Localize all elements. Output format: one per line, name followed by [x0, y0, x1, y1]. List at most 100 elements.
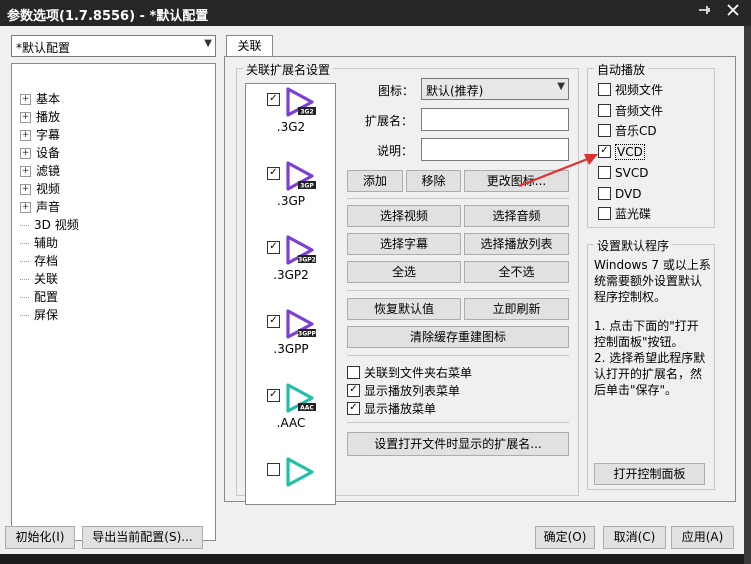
checkbox-label: DVD: [615, 186, 642, 201]
select-video-button[interactable]: 选择视频: [347, 205, 461, 227]
ext-list-item[interactable]: ✓ 3GPP .3GPP: [246, 306, 321, 380]
ext-checkbox[interactable]: ✓: [267, 315, 280, 328]
tree-item[interactable]: 屏保: [20, 306, 58, 324]
ext-input[interactable]: [421, 108, 569, 131]
autoplay-checkbox[interactable]: 音频文件: [598, 103, 663, 119]
clear-icon-cache-button[interactable]: 清除缓存重建图标: [347, 326, 569, 348]
restore-defaults-button[interactable]: 恢复默认值: [347, 298, 461, 320]
tree-item[interactable]: + 视频: [20, 180, 60, 198]
options-dialog: *默认配置 ▼ + 基本 + 播放 + 字幕 + 设备 + 滤镜 + 视频 + 声音 3D 视频 辅助 存档 关联…: [0, 26, 744, 554]
open-control-panel-button[interactable]: 打开控制面板: [594, 463, 705, 485]
remove-button[interactable]: 移除: [406, 170, 461, 192]
tree-item[interactable]: 配置: [20, 288, 58, 306]
tree-item[interactable]: 关联: [20, 270, 58, 288]
ext-checkbox[interactable]: ✓: [267, 167, 280, 180]
tab-association[interactable]: 关联: [226, 35, 273, 57]
checkbox-box: ✓: [347, 402, 360, 415]
export-config-button[interactable]: 导出当前配置(S)...: [82, 526, 203, 549]
select-none-button[interactable]: 全不选: [464, 261, 569, 283]
chevron-down-icon: ▼: [204, 38, 212, 49]
default-program-text: Windows 7 或以上系 统需要额外设置默认 程序控制权。: [594, 257, 711, 305]
expand-icon[interactable]: +: [20, 202, 31, 213]
play-file-icon: [286, 457, 314, 487]
window-title: 参数选项(1.7.8556) - *默认配置: [7, 9, 209, 24]
desc-input[interactable]: [421, 138, 569, 161]
select-all-button[interactable]: 全选: [347, 261, 461, 283]
tree-item[interactable]: + 设备: [20, 144, 60, 162]
tree-item[interactable]: 存档: [20, 252, 58, 270]
ext-list-item[interactable]: ✓ 3GP2 .3GP2: [246, 232, 321, 306]
tree-connector: [20, 279, 29, 280]
file-badge-label: 3GP2: [298, 257, 316, 264]
expand-icon[interactable]: +: [20, 94, 31, 105]
tree-item[interactable]: + 字幕: [20, 126, 60, 144]
close-icon[interactable]: [726, 3, 740, 21]
folder-menu-checkbox[interactable]: 关联到文件夹右菜单: [347, 365, 472, 381]
autoplay-checkbox[interactable]: 蓝光碟: [598, 206, 651, 222]
text-line: 控制面板"按钮。: [594, 335, 684, 349]
add-button[interactable]: 添加: [347, 170, 403, 192]
ext-list-item[interactable]: ✓ 3GP .3GP: [246, 158, 321, 232]
tree-item-label: 播放: [36, 110, 61, 124]
icon-select[interactable]: 默认(推荐) ▼: [421, 78, 569, 100]
ext-list-item[interactable]: ✓ 3G2 .3G2: [246, 84, 321, 158]
ext-list-item[interactable]: ✓ AAC .AAC: [246, 380, 321, 454]
tree-item[interactable]: + 滤镜: [20, 162, 60, 180]
tree-item[interactable]: 3D 视频: [20, 216, 79, 234]
file-badge-label: 3GP: [300, 183, 314, 190]
autoplay-group-label: 自动播放: [594, 61, 649, 78]
tab-label: 关联: [237, 39, 262, 53]
tree-item-label: 滤镜: [36, 164, 61, 178]
tree-item[interactable]: + 声音: [20, 198, 60, 216]
checkbox-label: 音乐CD: [615, 124, 657, 139]
autoplay-checkbox[interactable]: ✓ VCD: [598, 144, 645, 161]
tree-item[interactable]: + 基本: [20, 90, 60, 108]
refresh-now-button[interactable]: 立即刷新: [464, 298, 569, 320]
apply-button[interactable]: 应用(A): [671, 526, 734, 549]
tree-item-label: 字幕: [36, 128, 61, 142]
desc-label: 说明：: [377, 144, 414, 158]
expand-icon[interactable]: +: [20, 148, 31, 159]
autoplay-checkbox[interactable]: 视频文件: [598, 82, 663, 98]
text-line: 后单击"保存"。: [594, 383, 678, 397]
tree-connector: [20, 225, 29, 226]
pin-icon[interactable]: [697, 3, 711, 21]
separator: [347, 422, 569, 423]
expand-icon[interactable]: +: [20, 112, 31, 123]
checkbox-label: 显示播放列表菜单: [364, 384, 461, 398]
checkbox-label: 关联到文件夹右菜单: [364, 366, 473, 380]
play-menu-checkbox[interactable]: ✓ 显示播放菜单: [347, 401, 436, 417]
set-open-ext-button[interactable]: 设置打开文件时显示的扩展名...: [347, 432, 569, 456]
select-audio-button[interactable]: 选择音频: [464, 205, 569, 227]
ext-checkbox[interactable]: ✓: [267, 93, 280, 106]
text-line: Windows 7 或以上系: [594, 258, 711, 272]
autoplay-checkbox[interactable]: 音乐CD: [598, 123, 657, 139]
ext-list[interactable]: ✓ AAC .AAC ✓ 3GPP .3GPP ✓ 3GP2 .3GP2 ✓ 3GP .3GP ✓ 3G2…: [245, 83, 336, 505]
ext-checkbox[interactable]: ✓: [267, 241, 280, 254]
ok-button[interactable]: 确定(O): [535, 526, 595, 549]
text-line: 2. 选择希望此程序默: [594, 351, 706, 365]
change-icon-button[interactable]: 更改图标...: [464, 170, 569, 192]
ext-checkbox[interactable]: [267, 463, 280, 476]
tree-item-label: 基本: [36, 92, 61, 106]
tree-item-label: 声音: [36, 200, 61, 214]
assoc-group-label: 关联扩展名设置: [243, 61, 334, 78]
expand-icon[interactable]: +: [20, 184, 31, 195]
expand-icon[interactable]: +: [20, 130, 31, 141]
expand-icon[interactable]: +: [20, 166, 31, 177]
profile-select[interactable]: *默认配置 ▼: [11, 35, 216, 57]
tree-item[interactable]: + 播放: [20, 108, 60, 126]
autoplay-checkbox[interactable]: DVD: [598, 186, 641, 202]
select-subtitle-button[interactable]: 选择字幕: [347, 233, 461, 255]
playlist-menu-checkbox[interactable]: ✓ 显示播放列表菜单: [347, 383, 460, 399]
file-badge-label: AAC: [300, 405, 314, 412]
text-line: 1. 点击下面的"打开: [594, 319, 699, 333]
ext-list-item[interactable]: [246, 454, 321, 504]
cancel-button[interactable]: 取消(C): [603, 526, 666, 549]
ext-checkbox[interactable]: ✓: [267, 389, 280, 402]
select-playlist-button[interactable]: 选择播放列表: [464, 233, 569, 255]
init-button[interactable]: 初始化(I): [5, 526, 75, 549]
ext-label: .3G2: [276, 120, 306, 134]
autoplay-checkbox[interactable]: SVCD: [598, 165, 648, 181]
tree-item[interactable]: 辅助: [20, 234, 58, 252]
